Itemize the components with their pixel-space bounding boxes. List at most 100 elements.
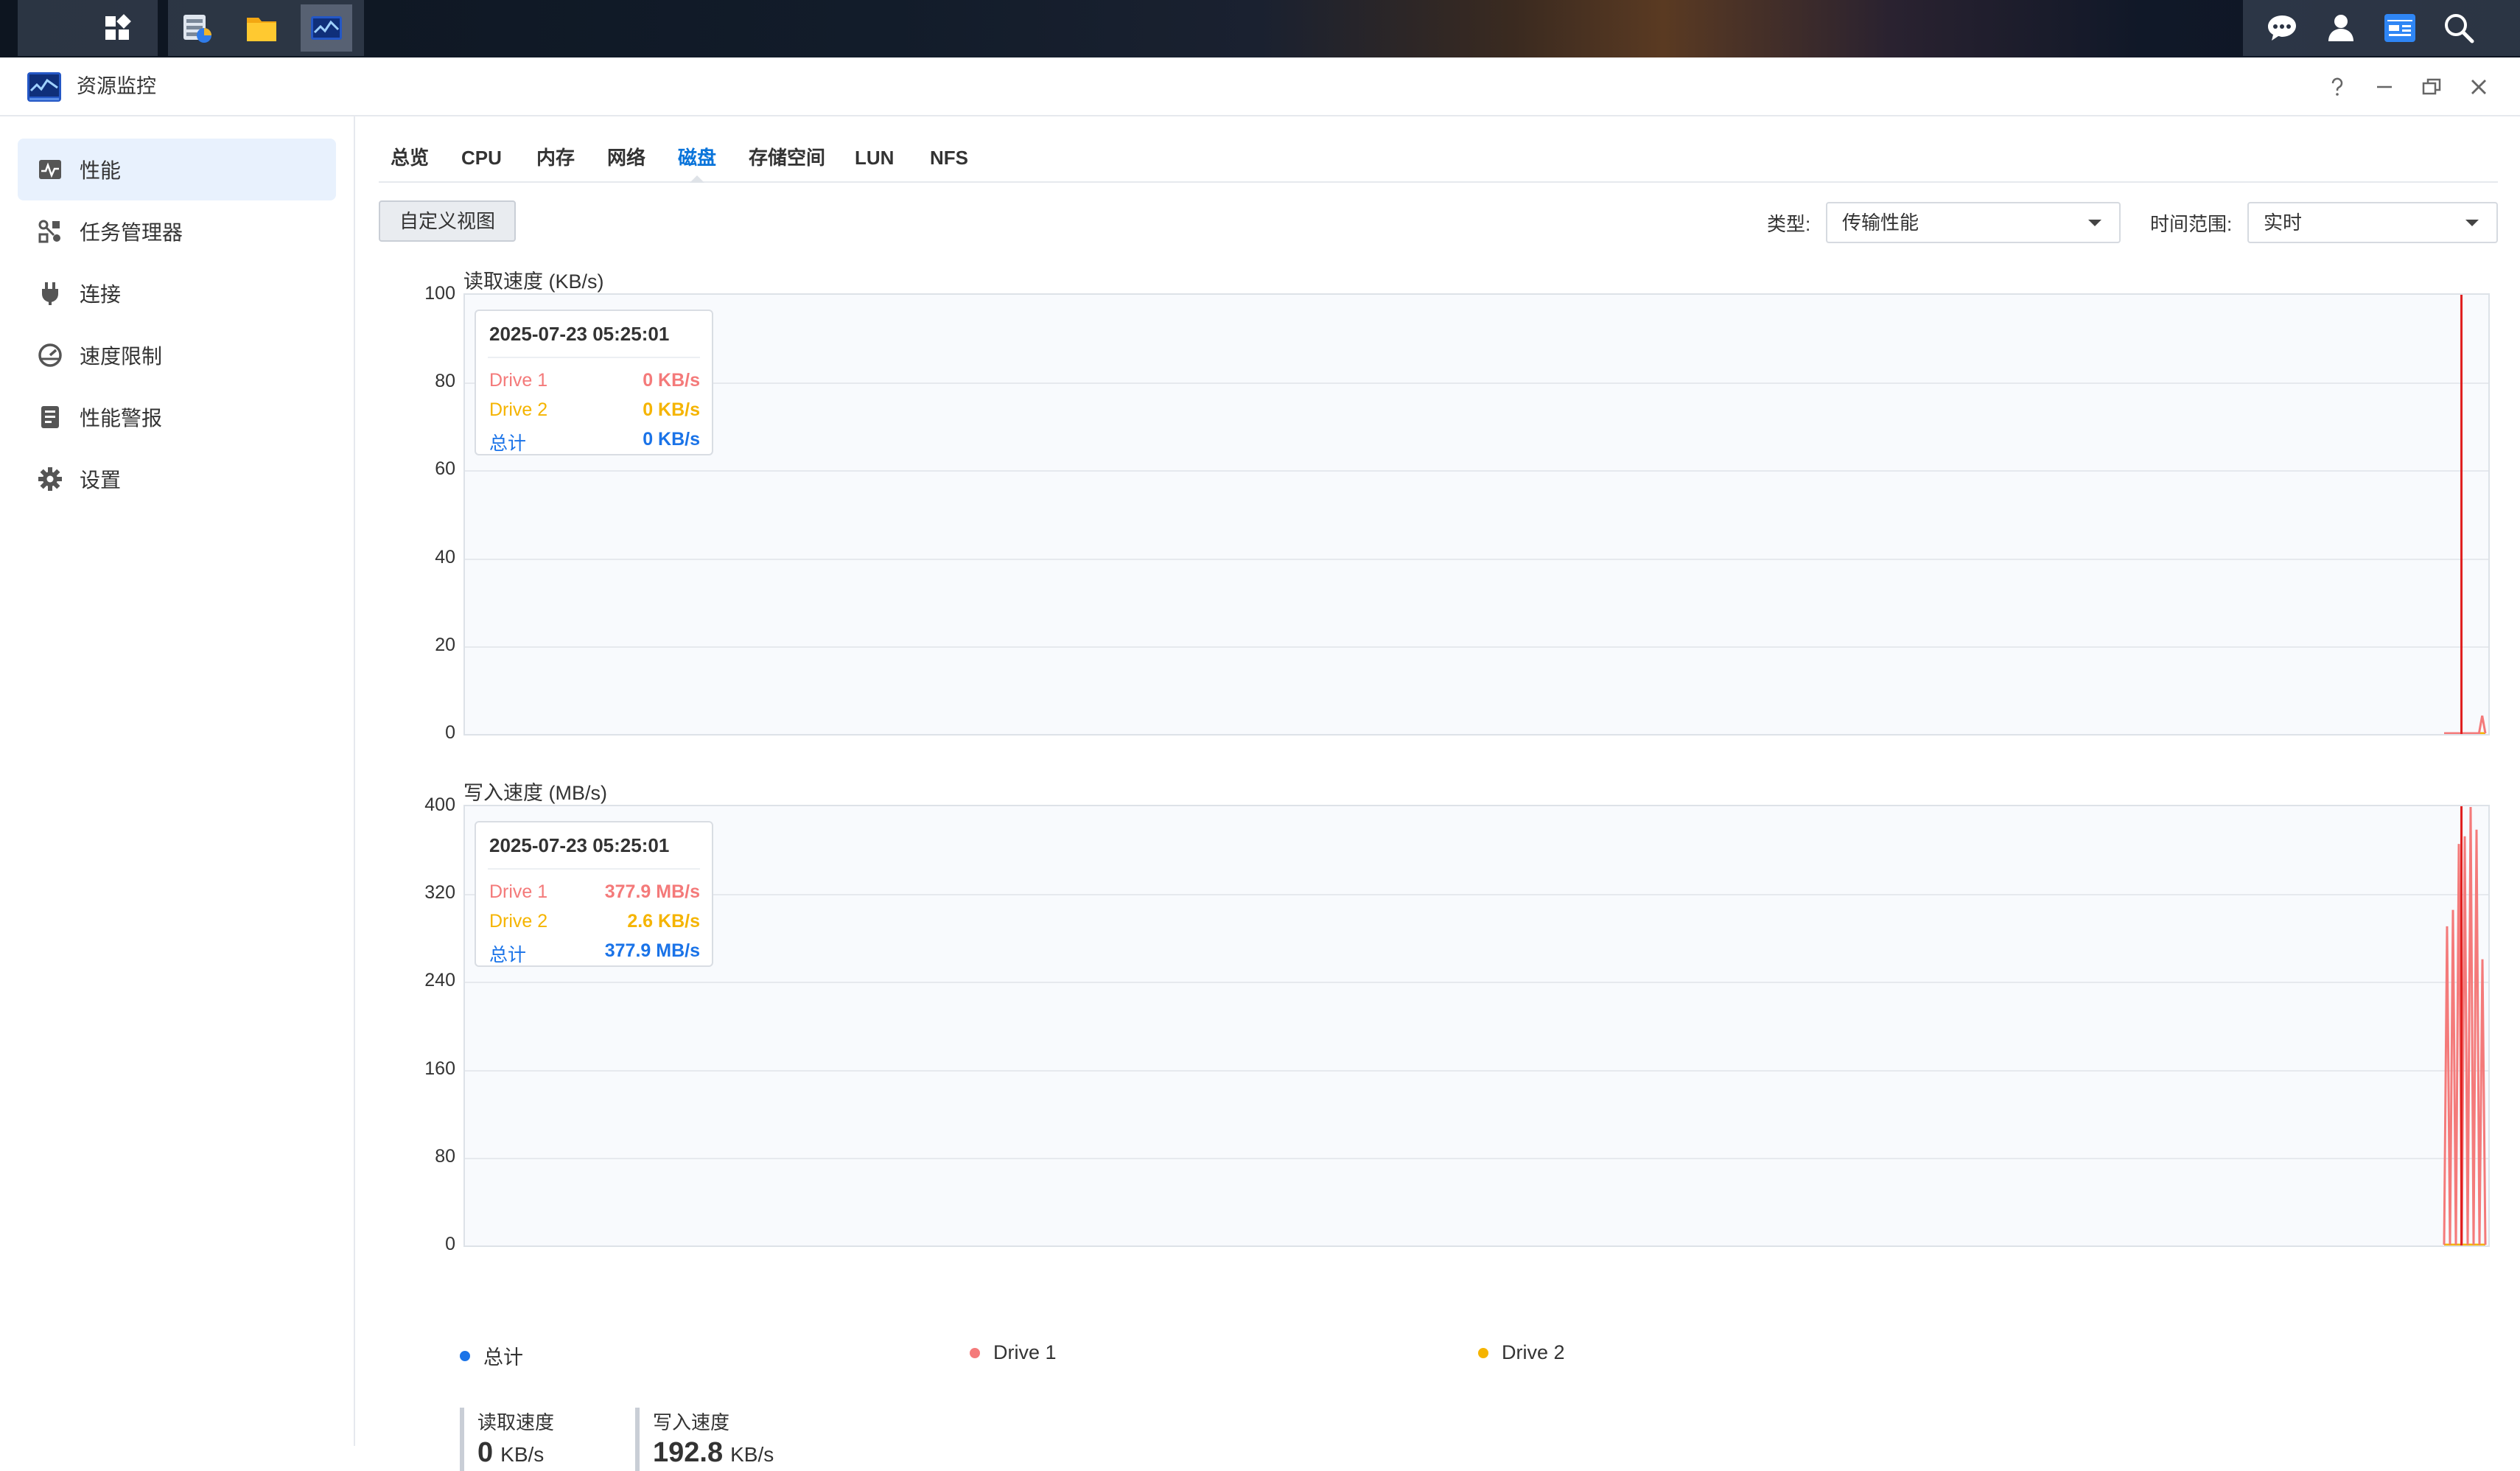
tooltip-series-name: 总计 <box>489 945 527 965</box>
gear-icon <box>35 464 65 494</box>
time-range-label: 时间范围: <box>2150 213 2233 235</box>
tooltip-series-value: 2.6 KB/s <box>627 911 700 932</box>
resource-monitor-icon[interactable] <box>301 4 352 52</box>
tooltip-series-value: 377.9 MB/s <box>604 940 700 961</box>
legend-item-drive2[interactable]: Drive 2 <box>1478 1341 1565 1364</box>
chevron-down-icon <box>2465 220 2479 226</box>
legend-dot <box>970 1347 980 1358</box>
tab-storage-volume[interactable]: 存储空间 <box>749 137 825 181</box>
sidebar-item-label: 设置 <box>80 469 122 492</box>
sidebar-item-connections[interactable]: 连接 <box>18 262 336 324</box>
legend-label: Drive 1 <box>993 1341 1057 1363</box>
stat-label: 读取速度 <box>477 1411 555 1433</box>
alert-list-icon <box>35 402 65 432</box>
tooltip-divider <box>488 868 700 870</box>
tooltip-series-value: 0 KB/s <box>643 429 700 450</box>
stat-value: 192.8 <box>653 1437 724 1468</box>
sidebar-item-performance[interactable]: 性能 <box>18 139 336 200</box>
chat-icon[interactable] <box>2256 4 2308 52</box>
widgets-icon[interactable] <box>2374 4 2426 52</box>
sidebar-item-task-manager[interactable]: 任务管理器 <box>18 200 336 262</box>
question-icon[interactable] <box>2323 72 2352 102</box>
y-tick-label: 80 <box>435 371 455 392</box>
type-select[interactable]: 传输性能 <box>1826 202 2121 243</box>
stat-unit: KB/s <box>730 1443 774 1466</box>
write-chart-tooltip: 2025-07-23 05:25:01 Drive 1 377.9 MB/s D… <box>475 821 713 967</box>
tab-memory[interactable]: 内存 <box>536 137 575 181</box>
tooltip-series-name: Drive 1 <box>489 881 548 902</box>
sidebar-item-label: 任务管理器 <box>80 221 183 244</box>
y-tick-label: 0 <box>445 722 455 743</box>
task-manager-icon <box>35 217 65 246</box>
legend-dot <box>460 1350 470 1361</box>
sidebar-item-speed-limit[interactable]: 速度限制 <box>18 324 336 386</box>
tooltip-row-total: 总计 377.9 MB/s <box>489 940 700 965</box>
tooltip-series-name: Drive 2 <box>489 911 548 932</box>
y-tick-label: 60 <box>435 458 455 480</box>
tab-nfs[interactable]: NFS <box>930 137 968 181</box>
read-chart-tooltip: 2025-07-23 05:25:01 Drive 1 0 KB/s Drive… <box>475 310 713 455</box>
storage-manager-icon[interactable] <box>171 4 223 52</box>
chart-lines <box>2444 295 2487 734</box>
type-select-value: 传输性能 <box>1842 212 1919 234</box>
sidebar-item-label: 性能 <box>80 159 122 182</box>
stat-unit: KB/s <box>500 1443 545 1466</box>
sidebar: 性能 任务管理器 连接 速度限制 性能警报 设置 <box>0 116 355 1446</box>
tab-lun[interactable]: LUN <box>855 137 894 181</box>
stat-label: 写入速度 <box>653 1411 730 1433</box>
tooltip-time: 2025-07-23 05:25:01 <box>489 323 670 345</box>
chart-lines <box>2443 806 2487 1245</box>
tab-disk[interactable]: 磁盘 <box>678 137 716 183</box>
tooltip-row-drive1: Drive 1 0 KB/s <box>489 370 700 395</box>
tooltip-series-name: 总计 <box>489 433 527 454</box>
taskbar <box>0 0 2520 57</box>
tooltip-row-drive2: Drive 2 0 KB/s <box>489 399 700 424</box>
write-speed-chart[interactable] <box>463 805 2490 1247</box>
main-menu-icon[interactable] <box>91 4 143 52</box>
y-tick-label: 240 <box>424 970 455 991</box>
legend-label: Drive 2 <box>1502 1341 1565 1363</box>
tab-network[interactable]: 网络 <box>607 137 645 181</box>
tooltip-row-total: 总计 0 KB/s <box>489 429 700 454</box>
tab-cpu[interactable]: CPU <box>461 137 502 181</box>
time-range-select[interactable]: 实时 <box>2247 202 2498 243</box>
app-icon <box>27 71 62 103</box>
legend-label: 总计 <box>483 1346 523 1369</box>
y-tick-label: 160 <box>424 1058 455 1079</box>
file-station-icon[interactable] <box>236 4 287 52</box>
sidebar-item-label: 速度限制 <box>80 345 163 368</box>
legend-item-total[interactable]: 总计 <box>460 1341 523 1370</box>
write-speed-stat: 写入速度 192.8 KB/s <box>635 1408 774 1471</box>
read-speed-chart[interactable] <box>463 293 2490 736</box>
legend-item-drive1[interactable]: Drive 1 <box>970 1341 1057 1364</box>
tab-bar: 总览 CPU 内存 网络 磁盘 存储空间 LUN NFS <box>379 137 2498 183</box>
tab-overview[interactable]: 总览 <box>391 137 429 181</box>
tooltip-series-value: 0 KB/s <box>643 370 700 391</box>
tooltip-row-drive2: Drive 2 2.6 KB/s <box>489 911 700 936</box>
plug-icon <box>35 279 65 308</box>
type-label: 类型: <box>1767 213 1811 235</box>
sidebar-item-label: 性能警报 <box>80 407 163 430</box>
speed-limit-icon <box>35 340 65 370</box>
taskbar-start-group <box>18 0 158 56</box>
tooltip-divider <box>488 357 700 358</box>
y-tick-label: 400 <box>424 794 455 815</box>
read-speed-stat: 读取速度 0 KB/s <box>460 1408 554 1471</box>
y-tick-label: 0 <box>445 1234 455 1254</box>
y-tick-label: 40 <box>435 546 455 567</box>
restore-icon[interactable] <box>2417 72 2446 102</box>
sidebar-item-settings[interactable]: 设置 <box>18 448 336 510</box>
custom-view-button[interactable]: 自定义视图 <box>379 200 516 242</box>
legend-dot <box>1478 1347 1488 1358</box>
close-icon[interactable] <box>2464 72 2493 102</box>
sidebar-item-label: 连接 <box>80 283 122 306</box>
y-tick-label: 320 <box>424 882 455 904</box>
user-icon[interactable] <box>2315 4 2367 52</box>
tooltip-series-name: Drive 1 <box>489 370 548 391</box>
window-title: 资源监控 <box>77 75 156 97</box>
resource-monitor-window: 资源监控 性能 任务管理器 连接 速度限制 性能警报 设置 总览 CPU 内存 … <box>0 57 2520 1471</box>
sidebar-item-performance-alerts[interactable]: 性能警报 <box>18 386 336 448</box>
search-icon[interactable] <box>2433 4 2485 52</box>
window-titlebar[interactable]: 资源监控 <box>0 57 2520 116</box>
minimize-icon[interactable] <box>2370 72 2399 102</box>
